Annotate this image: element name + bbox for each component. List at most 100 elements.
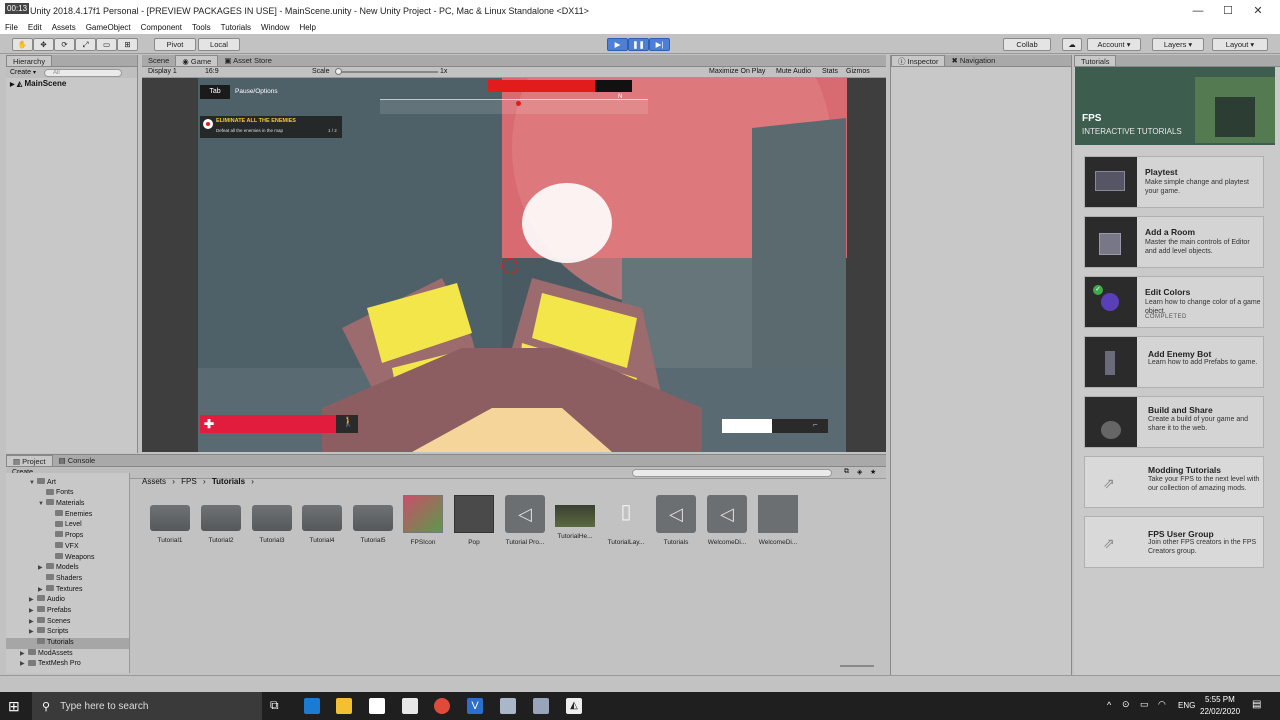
tree-row[interactable]: Fonts <box>6 488 129 499</box>
asset-item[interactable]: Tutorial4 <box>299 495 345 544</box>
asset-item[interactable]: Tutorial5 <box>350 495 396 544</box>
tutorial-card-playtest[interactable]: Playtest Make simple change and playtest… <box>1084 156 1264 208</box>
maximize-button[interactable]: ☐ <box>1213 0 1243 21</box>
battery-icon[interactable]: ▭ <box>1140 699 1149 710</box>
scale-slider-handle[interactable] <box>335 68 342 75</box>
taskbar-search[interactable]: ⚲ Type here to search <box>32 692 262 720</box>
asset-item[interactable]: Pop <box>451 495 497 546</box>
move-tool-icon[interactable]: ✥ <box>33 38 54 51</box>
tree-row[interactable]: ▶ Textures <box>6 584 129 596</box>
tree-row[interactable]: Props <box>6 531 129 542</box>
task-view-icon[interactable]: ⧉ <box>270 698 286 714</box>
minimize-button[interactable]: — <box>1183 0 1213 21</box>
tray-arrow-icon[interactable]: ^ <box>1107 700 1111 710</box>
stats-toggle[interactable]: Stats <box>822 68 838 75</box>
notification-icon[interactable]: ▤ <box>1252 699 1261 710</box>
hand-tool-icon[interactable]: ✋ <box>12 38 33 51</box>
scale-slider[interactable] <box>338 71 438 73</box>
aspect-dropdown[interactable]: 16:9 <box>205 68 219 75</box>
icon-size-slider[interactable] <box>840 665 874 667</box>
game-render[interactable]: Tab Pause/Options N ELIMINATE ALL THE EN… <box>142 78 886 452</box>
tree-row[interactable]: ▶ Prefabs <box>6 606 129 617</box>
wifi-icon[interactable]: ◠ <box>1158 699 1166 710</box>
tab-project[interactable]: ▤ Project <box>6 455 53 466</box>
breadcrumb-item[interactable]: Assets <box>142 477 166 486</box>
tree-row[interactable]: ▶ Scenes <box>6 616 129 628</box>
asset-item[interactable]: ◁ WelcomeDi... <box>704 495 750 546</box>
edge-icon[interactable] <box>304 698 320 714</box>
local-toggle[interactable]: Local <box>198 38 240 51</box>
chrome-icon[interactable] <box>434 698 450 714</box>
app-icon[interactable] <box>500 698 516 714</box>
pause-button[interactable]: ❚❚ <box>628 38 649 51</box>
tab-inspector[interactable]: ⓘ Inspector <box>891 55 946 66</box>
tutorial-card-add-room[interactable]: Add a Room Master the main controls of E… <box>1084 216 1264 268</box>
asset-item[interactable]: WelcomeDi... <box>755 495 801 546</box>
taskbar-date[interactable]: 22/02/2020 <box>1200 707 1240 716</box>
rect-tool-icon[interactable]: ▭ <box>96 38 117 51</box>
language-indicator[interactable]: ENG <box>1178 701 1195 710</box>
tree-row[interactable]: Level <box>6 520 129 531</box>
file-explorer-icon[interactable] <box>336 698 352 714</box>
menu-assets[interactable]: Assets <box>47 23 81 32</box>
tree-row[interactable]: ▶ Models <box>6 563 129 574</box>
windows-start-icon[interactable]: ⊞ <box>8 698 24 714</box>
asset-item[interactable]: Tutorial3 <box>249 495 295 544</box>
gizmos-dropdown[interactable]: Gizmos <box>846 68 870 75</box>
asset-item[interactable]: ◁ Tutorial Pro... <box>502 495 548 546</box>
hierarchy-search-input[interactable]: All <box>44 68 123 77</box>
pivot-toggle[interactable]: Pivot <box>154 38 196 51</box>
close-button[interactable]: ✕ <box>1243 0 1273 21</box>
tab-console[interactable]: ▤ Console <box>53 455 102 466</box>
mute-audio-toggle[interactable]: Mute Audio <box>776 68 811 75</box>
asset-item[interactable]: Tutorial2 <box>198 495 244 544</box>
tree-row[interactable]: ▶ Audio <box>6 595 129 606</box>
expand-arrow-icon[interactable]: ▶ <box>10 82 15 88</box>
expand-arrow-icon[interactable]: ▶ <box>20 649 28 660</box>
asset-item[interactable]: ◁ Tutorials <box>653 495 699 546</box>
display-dropdown[interactable]: Display 1 <box>148 68 177 75</box>
tree-row[interactable]: ▶ ModAssets <box>6 648 129 660</box>
taskbar-time[interactable]: 5:55 PM <box>1205 695 1235 704</box>
rotate-tool-icon[interactable]: ⟳ <box>54 38 75 51</box>
asset-item[interactable]: ▯ TutorialLay... <box>603 495 649 546</box>
play-button[interactable]: ▶ <box>607 38 628 51</box>
expand-arrow-icon[interactable]: ▼ <box>29 478 37 489</box>
menu-component[interactable]: Component <box>136 23 187 32</box>
tutorial-card-edit-colors[interactable]: ✓ Edit Colors Learn how to change color … <box>1084 276 1264 328</box>
collab-dropdown[interactable]: Collab <box>1003 38 1051 51</box>
menu-tutorials[interactable]: Tutorials <box>216 23 256 32</box>
expand-arrow-icon[interactable]: ▶ <box>29 627 37 638</box>
expand-arrow-icon[interactable]: ▶ <box>29 617 37 628</box>
maximize-on-play-toggle[interactable]: Maximize On Play <box>709 68 765 75</box>
scale-tool-icon[interactable]: ⤢ <box>75 38 96 51</box>
expand-arrow-icon[interactable]: ▶ <box>29 606 37 617</box>
breadcrumb-item[interactable]: Tutorials <box>212 477 245 486</box>
expand-arrow-icon[interactable]: ▶ <box>38 563 46 574</box>
cloud-icon[interactable]: ☁ <box>1062 38 1082 51</box>
tutorial-card-fps-user-group[interactable]: ⇗ FPS User Group Join other FPS creators… <box>1084 516 1264 568</box>
asset-item[interactable]: FPSIcon <box>400 495 446 546</box>
asset-item[interactable]: TutorialHe... <box>552 495 598 540</box>
expand-arrow-icon[interactable]: ▶ <box>38 585 46 596</box>
tab-scene[interactable]: Scene <box>142 55 175 66</box>
asset-item[interactable]: Tutorial1 <box>147 495 193 544</box>
menu-file[interactable]: File <box>0 23 23 32</box>
tree-row[interactable]: VFX <box>6 541 129 553</box>
favorite-icon[interactable]: ★ <box>870 468 876 476</box>
transform-tool-icon[interactable]: ⊞ <box>117 38 138 51</box>
tree-row[interactable]: ▶ TextMesh Pro <box>6 659 129 670</box>
tutorial-card-add-enemy-bot[interactable]: Add Enemy Bot Learn how to add Prefabs t… <box>1084 336 1264 388</box>
filter-label-icon[interactable]: ◈ <box>857 468 862 476</box>
expand-arrow-icon[interactable]: ▼ <box>38 499 46 510</box>
vscode-icon[interactable]: V <box>467 698 483 714</box>
tab-game[interactable]: ◉ Game <box>175 55 219 66</box>
expand-arrow-icon[interactable]: ▶ <box>20 659 28 670</box>
tree-row[interactable]: Tutorials <box>6 638 129 649</box>
filter-type-icon[interactable]: ⧉ <box>844 468 849 476</box>
layers-dropdown[interactable]: Layers ▾ <box>1152 38 1204 51</box>
tree-row[interactable]: ▶ Scripts <box>6 627 129 638</box>
menu-help[interactable]: Help <box>295 23 321 32</box>
tab-asset-store[interactable]: ▣ Asset Store <box>218 55 278 66</box>
hierarchy-scene-row[interactable]: ▶ ◭ MainScene <box>6 78 137 89</box>
